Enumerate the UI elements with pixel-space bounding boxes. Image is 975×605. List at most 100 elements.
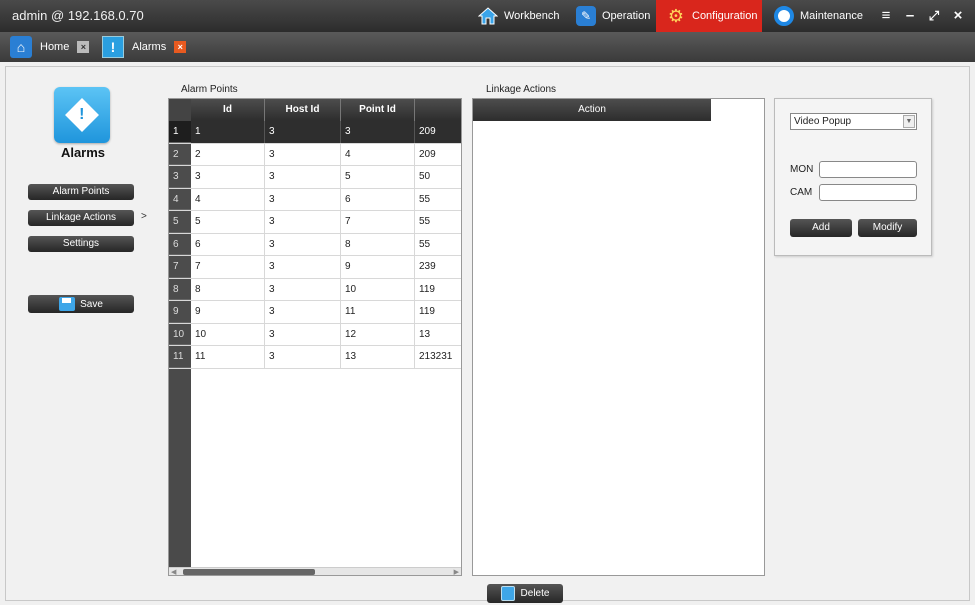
tab-home-close-icon[interactable]: × xyxy=(77,41,90,53)
horizontal-scrollbar[interactable]: ◀ ▶ xyxy=(169,567,461,575)
table-row[interactable]: 3 3 3 5 50 xyxy=(169,166,461,189)
cell-id: 3 xyxy=(191,166,265,188)
cell-point-id: 3 xyxy=(341,121,415,143)
column-header-action[interactable]: Action xyxy=(473,99,711,121)
delete-button[interactable]: Delete xyxy=(487,584,563,603)
cell-host-id: 3 xyxy=(265,301,341,323)
home-icon xyxy=(478,6,498,26)
table-row[interactable]: 5 5 3 7 55 xyxy=(169,211,461,234)
mon-input[interactable] xyxy=(819,161,917,178)
tab-home-label: Home xyxy=(40,41,70,53)
row-number: 5 xyxy=(169,211,191,233)
scroll-left-icon[interactable]: ◀ xyxy=(171,568,176,575)
cell-host-id: 3 xyxy=(265,278,341,300)
table-row[interactable]: 2 2 3 4 209 xyxy=(169,143,461,166)
cell-point-id: 6 xyxy=(341,188,415,210)
action-form-panel: Video Popup ▼ MON CAM Add Modify xyxy=(774,98,932,256)
row-number: 1 xyxy=(169,121,191,143)
cell-extra: 209 xyxy=(415,144,461,166)
nav-workbench[interactable]: Workbench xyxy=(474,4,564,28)
home-icon: ⌂ xyxy=(10,36,32,58)
row-number: 7 xyxy=(169,256,191,278)
cell-extra: 209 xyxy=(415,121,461,143)
cell-id: 2 xyxy=(191,143,265,165)
window-title: admin @ 192.168.0.70 xyxy=(12,8,144,23)
table-row[interactable]: 8 8 3 10 119 xyxy=(169,278,461,301)
row-number: 10 xyxy=(169,323,191,345)
scrollbar-thumb[interactable] xyxy=(183,569,315,575)
sidebar-linkage-actions-button[interactable]: Linkage Actions xyxy=(28,210,134,226)
cell-host-id: 3 xyxy=(265,211,341,233)
tab-alarms-label: Alarms xyxy=(132,41,167,53)
column-header-extra[interactable] xyxy=(415,99,461,121)
close-icon[interactable]: × xyxy=(948,6,968,26)
cell-point-id: 4 xyxy=(341,143,415,165)
alarm-module-icon: ! xyxy=(54,87,110,143)
cell-id: 10 xyxy=(191,323,265,345)
cell-host-id: 3 xyxy=(265,166,341,188)
nav-configuration[interactable]: ⚙ Configuration xyxy=(656,0,762,32)
sidebar-settings-button[interactable]: Settings xyxy=(28,236,134,252)
menu-icon[interactable]: ≡ xyxy=(876,6,896,26)
cell-host-id: 3 xyxy=(265,188,341,210)
maintenance-icon xyxy=(774,6,794,26)
cell-extra: 239 xyxy=(415,256,461,278)
column-header-host-id[interactable]: Host Id xyxy=(265,99,341,121)
title-bar: admin @ 192.168.0.70 Workbench ✎ Operati… xyxy=(0,0,975,32)
alarm-points-table[interactable]: Id Host Id Point Id 1 1 3 3 209 2 2 3 4 209 3 3 3 5 50… xyxy=(168,98,462,576)
mon-label: MON xyxy=(790,164,814,175)
cell-id: 1 xyxy=(191,121,265,143)
cell-id: 8 xyxy=(191,278,265,300)
table-row[interactable]: 9 9 3 11 119 xyxy=(169,301,461,324)
cell-extra: 55 xyxy=(415,211,461,233)
tab-alarms-close-icon[interactable]: × xyxy=(174,41,187,53)
cell-extra: 55 xyxy=(415,189,461,211)
cell-extra: 119 xyxy=(415,279,461,301)
cell-id: 4 xyxy=(191,188,265,210)
row-number: 9 xyxy=(169,301,191,323)
row-number: 8 xyxy=(169,278,191,300)
table-row[interactable]: 6 6 3 8 55 xyxy=(169,233,461,256)
modify-button[interactable]: Modify xyxy=(858,219,917,237)
table-row[interactable]: 10 10 3 12 13 xyxy=(169,323,461,346)
table-row[interactable]: 11 11 3 13 213231 xyxy=(169,346,461,369)
floppy-disk-icon xyxy=(59,297,76,311)
table-row[interactable]: 4 4 3 6 55 xyxy=(169,188,461,211)
cam-input[interactable] xyxy=(819,184,917,201)
cell-host-id: 3 xyxy=(265,323,341,345)
row-number: 6 xyxy=(169,233,191,255)
cell-point-id: 11 xyxy=(341,301,415,323)
scroll-right-icon[interactable]: ▶ xyxy=(454,568,459,575)
table-body: 1 1 3 3 209 2 2 3 4 209 3 3 3 5 50 4 4 3 6 55 5 5 3 7 55 6 6 3 8 55 7 7… xyxy=(169,121,461,369)
sidebar-alarm-points-button[interactable]: Alarm Points xyxy=(28,184,134,200)
nav-operation[interactable]: ✎ Operation xyxy=(572,4,652,28)
linkage-actions-table[interactable]: Action xyxy=(472,98,765,576)
action-type-select[interactable]: Video Popup ▼ xyxy=(790,113,917,130)
row-number: 3 xyxy=(169,166,191,188)
cell-extra: 50 xyxy=(415,166,461,188)
nav-workbench-label: Workbench xyxy=(504,10,560,22)
chevron-down-icon[interactable]: ▼ xyxy=(903,115,915,128)
nav-maintenance-label: Maintenance xyxy=(800,10,863,22)
table-header: Id Host Id Point Id xyxy=(169,99,461,121)
row-number: 2 xyxy=(169,143,191,165)
nav-maintenance[interactable]: Maintenance xyxy=(770,4,865,28)
column-header-point-id[interactable]: Point Id xyxy=(341,99,415,121)
nav-configuration-label: Configuration xyxy=(692,10,758,22)
cam-label: CAM xyxy=(790,187,813,198)
cell-point-id: 13 xyxy=(341,346,415,368)
table-row[interactable]: 7 7 3 9 239 xyxy=(169,256,461,279)
maximize-icon[interactable]: ⤢ xyxy=(924,6,944,26)
table-row[interactable]: 1 1 3 3 209 xyxy=(169,121,461,144)
tab-alarms[interactable]: ! Alarms × xyxy=(102,35,187,59)
add-button[interactable]: Add xyxy=(790,219,852,237)
cell-host-id: 3 xyxy=(265,121,341,143)
alarm-points-label: Alarm Points xyxy=(181,84,238,95)
save-button[interactable]: Save xyxy=(28,295,134,313)
cell-point-id: 7 xyxy=(341,211,415,233)
column-header-id[interactable]: Id xyxy=(191,99,265,121)
tab-home[interactable]: ⌂ Home × xyxy=(10,35,90,59)
minimize-icon[interactable]: – xyxy=(900,6,920,26)
main-content: ! Alarms Alarm Points Linkage Actions > … xyxy=(5,66,970,603)
cell-id: 7 xyxy=(191,256,265,278)
